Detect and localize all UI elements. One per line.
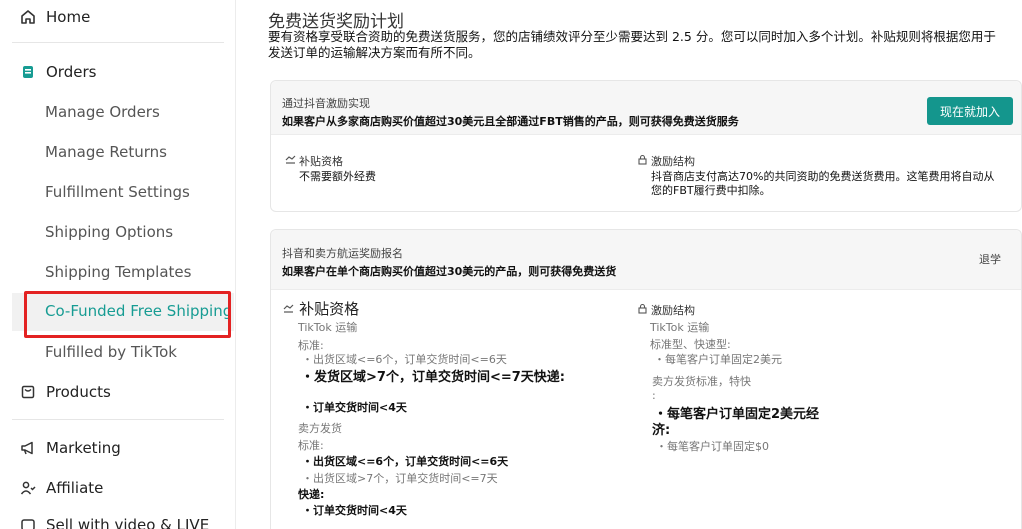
lock-icon <box>637 303 648 317</box>
nav-marketing[interactable]: Marketing <box>20 439 121 457</box>
users-icon <box>20 480 36 496</box>
program-card-title: 通过抖音激励实现 <box>282 97 370 110</box>
divider <box>12 42 224 43</box>
join-now-button[interactable]: 现在就加入 <box>927 97 1013 125</box>
eligibility-heading-text: 补贴资格 <box>299 300 360 318</box>
eligibility-label-text: 补贴资格 <box>299 155 343 168</box>
seller-rule-b: ・出货区域>7个，订单交货时间<=7天 <box>302 472 498 485</box>
eligibility-section: 补贴资格 不需要额外经费 <box>285 153 376 184</box>
subsidy-icon <box>283 299 299 318</box>
nav-manage-orders[interactable]: Manage Orders <box>45 103 160 121</box>
divider <box>12 419 224 420</box>
structure-heading: 激励结构 <box>637 302 695 318</box>
nav-shipping-options[interactable]: Shipping Options <box>45 223 173 241</box>
program-card-header: 通过抖音激励实现 如果客户从多家商店购买价值超过30美元且全部通过FBT销售的产… <box>271 81 1021 135</box>
seller-rule-a: ・出货区域<=6个，订单交货时间<=6天 <box>302 455 509 468</box>
tiktok-shipping-label: TikTok 运输 <box>650 321 710 334</box>
program-card-title: 抖音和卖方航运奖励报名 <box>282 247 403 260</box>
nav-marketing-label: Marketing <box>46 439 121 457</box>
program-card-fbt: 通过抖音激励实现 如果客户从多家商店购买价值超过30美元且全部通过FBT销售的产… <box>270 80 1022 212</box>
tiktok-shipping-label: TikTok 运输 <box>298 321 358 334</box>
nav-manage-returns[interactable]: Manage Returns <box>45 143 167 161</box>
structure-label: 激励结构 <box>637 153 994 169</box>
megaphone-icon <box>20 440 36 456</box>
nav-fulfilled-by-tiktok[interactable]: Fulfilled by TikTok <box>45 343 177 361</box>
nav-sell-with-video[interactable]: Sell with video & LIVE <box>20 516 209 529</box>
nav-fulfillment-settings[interactable]: Fulfillment Settings <box>45 183 190 201</box>
subsidy-icon <box>285 154 296 168</box>
home-icon <box>20 9 36 25</box>
standard-express-label: 标准型、快速型: <box>650 338 731 351</box>
structure-value-line-2: 您的FBT履行费中扣除。 <box>651 184 771 197</box>
program-card-subtitle: 如果客户从多家商店购买价值超过30美元且全部通过FBT销售的产品，则可获得免费送… <box>282 115 739 128</box>
economy-label: 济: <box>652 423 671 438</box>
program-card-subtitle: 如果客户在单个商店购买价值超过30美元的产品，则可获得免费送货 <box>282 265 617 278</box>
nav-orders[interactable]: Orders <box>20 63 96 81</box>
program-card-header: 抖音和卖方航运奖励报名 如果客户在单个商店购买价值超过30美元的产品，则可获得免… <box>271 230 1021 290</box>
nav-home-label: Home <box>46 8 91 26</box>
seller-standard-express: 卖方发货标准，特快 <box>652 375 751 388</box>
highlight-box <box>24 291 231 338</box>
delivery-rule: ・订单交货时间<4天 <box>302 401 407 414</box>
structure-heading-text: 激励结构 <box>651 304 695 317</box>
nav-shipping-templates[interactable]: Shipping Templates <box>45 263 191 281</box>
express-label: 快递: <box>298 488 325 501</box>
nav-home[interactable]: Home <box>20 6 90 28</box>
standard-rule: ・出货区域<=6个，订单交货时间<=6天 <box>302 353 507 366</box>
seller-delivery-rule: ・订单交货时间<4天 <box>302 504 407 517</box>
nav-orders-label: Orders <box>46 63 97 81</box>
structure-value-line-1: 抖音商店支付高达70%的共同资助的免费送货费用。这笔费用将自动从 <box>651 170 995 183</box>
express-rule-emphasis: ・发货区域>7个，订单交货时间<=7天快递: <box>301 370 565 385</box>
eligibility-heading: 补贴资格 <box>283 298 359 319</box>
program-card-seller: 抖音和卖方航运奖励报名 如果客户在单个商店购买价值超过30美元的产品，则可获得免… <box>270 229 1022 529</box>
structure-label-text: 激励结构 <box>651 155 695 168</box>
fixed-0-rule: ・每笔客户订单固定$0 <box>656 440 769 453</box>
fixed-2-rule: ・每笔客户订单固定2美元 <box>654 353 782 366</box>
standard-label-2: 标准: <box>298 439 324 452</box>
sidebar: Home Orders Manage Orders Manage Returns… <box>0 0 236 529</box>
nav-affiliate[interactable]: Affiliate <box>20 479 103 497</box>
nav-affiliate-label: Affiliate <box>46 479 104 497</box>
page-description: 要有资格享受联合资助的免费送货服务，您的店铺绩效评分至少需要达到 2.5 分。您… <box>268 29 996 60</box>
standard-label: 标准: <box>298 339 324 352</box>
colon-text: : <box>652 389 656 402</box>
nav-products[interactable]: Products <box>20 383 111 401</box>
fixed-2-emphasis: ・每笔客户订单固定2美元经 <box>654 407 820 422</box>
eligibility-value: 不需要额外经费 <box>299 170 376 183</box>
video-icon <box>20 517 36 529</box>
orders-icon <box>20 64 36 80</box>
main-content: 免费送货奖励计划 要有资格享受联合资助的免费送货服务，您的店铺绩效评分至少需要达… <box>237 0 1022 529</box>
nav-products-label: Products <box>46 383 111 401</box>
lock-icon <box>637 154 648 168</box>
seller-shipping-label: 卖方发货 <box>298 422 342 435</box>
products-icon <box>20 384 36 400</box>
eligibility-label: 补贴资格 <box>285 153 376 169</box>
nav-sell-with-video-label: Sell with video & LIVE <box>46 516 210 529</box>
exit-link[interactable]: 退学 <box>979 251 1001 267</box>
incentive-structure-section: 激励结构 抖音商店支付高达70%的共同资助的免费送货费用。这笔费用将自动从 您的… <box>637 153 994 198</box>
